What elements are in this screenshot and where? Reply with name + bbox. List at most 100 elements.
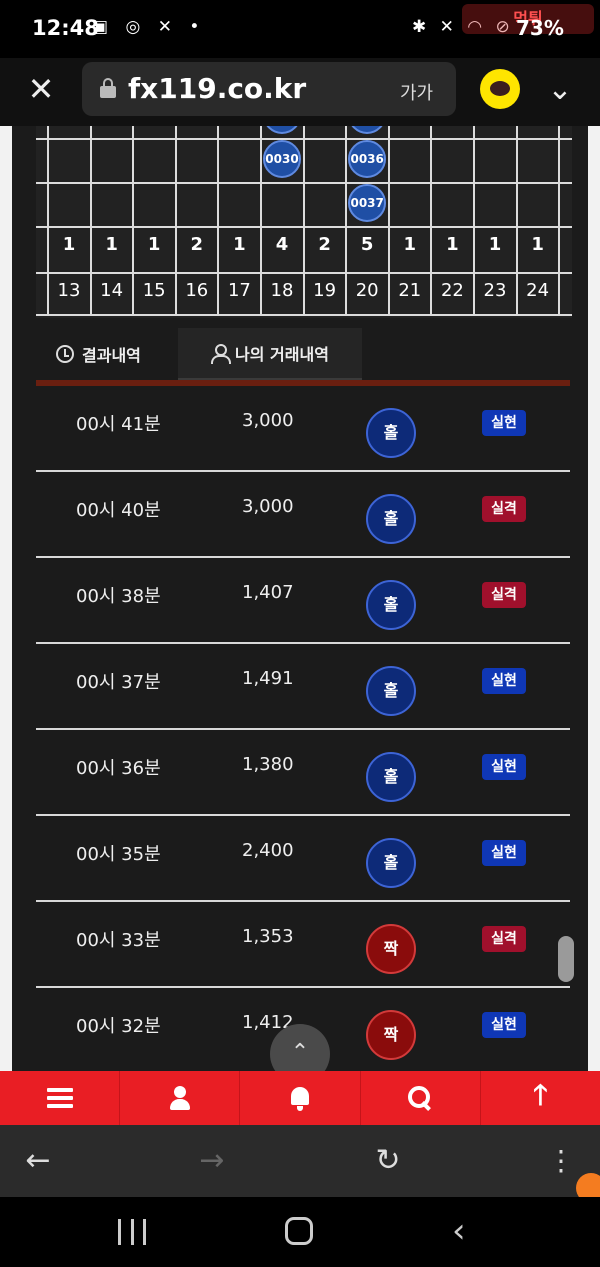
trade-result-badge: 실현 bbox=[482, 410, 526, 436]
trade-amount: 1,353 bbox=[242, 926, 294, 947]
grid-result-chip: 0037 bbox=[348, 184, 387, 222]
notifications-button[interactable] bbox=[240, 1071, 361, 1125]
trade-time: 00시 33분 bbox=[76, 930, 161, 951]
trade-result-badge: 실격 bbox=[482, 496, 526, 522]
grid-result-chip bbox=[263, 126, 301, 134]
trade-time: 00시 38분 bbox=[76, 586, 161, 607]
tab-results-label: 결과내역 bbox=[82, 346, 141, 365]
grid-hour-label: 16 bbox=[185, 280, 209, 301]
grid-count: 1 bbox=[446, 234, 459, 255]
trade-pick-badge: 홀 bbox=[366, 838, 416, 888]
trade-time: 00시 41분 bbox=[76, 414, 161, 435]
trade-result-badge: 실현 bbox=[482, 668, 526, 694]
grid-hour-label: 13 bbox=[57, 280, 81, 301]
trade-row: 00시 36분 1,380 홀 실현 bbox=[36, 730, 570, 816]
trade-result-badge: 실현 bbox=[482, 754, 526, 780]
trade-pick-badge: 홀 bbox=[366, 580, 416, 630]
forward-arrow-icon[interactable]: → bbox=[190, 1141, 234, 1181]
grid-row-line bbox=[36, 182, 572, 184]
grid-hour-label: 15 bbox=[142, 280, 166, 301]
chevron-down-icon[interactable]: ⌄ bbox=[540, 70, 580, 110]
grid-row-line bbox=[36, 226, 572, 228]
grid-hour-label: 23 bbox=[483, 280, 507, 301]
trade-time: 00시 37분 bbox=[76, 672, 161, 693]
trade-row: 00시 35분 2,400 홀 실현 bbox=[36, 816, 570, 902]
grid-count: 1 bbox=[105, 234, 118, 255]
bell-icon bbox=[288, 1085, 312, 1111]
grid-row-line bbox=[36, 314, 572, 316]
trade-amount: 1,407 bbox=[242, 582, 294, 603]
grid-hour-label: 19 bbox=[313, 280, 337, 301]
history-tabs: 결과내역 나의 거래내역 bbox=[36, 328, 564, 380]
trade-history-list: 00시 41분 3,000 홀 실현 00시 40분 3,000 홀 실격 00시 38분 1,4… bbox=[36, 386, 570, 1071]
grid-count: 4 bbox=[275, 234, 289, 255]
grid-count: 1 bbox=[488, 234, 502, 255]
scrollbar-thumb[interactable] bbox=[558, 936, 574, 982]
status-time: 12:48 bbox=[32, 16, 99, 40]
trade-row: 00시 37분 1,491 홀 실현 bbox=[36, 644, 570, 730]
back-arrow-icon[interactable]: ← bbox=[16, 1141, 60, 1181]
browser-toolbar: ← → ↻ ⋮ bbox=[0, 1125, 600, 1203]
trade-time: 00시 32분 bbox=[76, 1016, 161, 1037]
trade-result-badge: 실격 bbox=[482, 926, 526, 952]
tab-results[interactable]: 결과내역 bbox=[36, 328, 178, 380]
result-grid: 0030 0036 0037 1 1 1 2 1 4 2 5 1 1 1 1 13 14 15 16 17 18 19 20… bbox=[36, 126, 572, 318]
trade-time: 00시 35분 bbox=[76, 844, 161, 865]
browser-url-bar: ✕ fx119.co.kr 가가 ⌄ bbox=[0, 58, 600, 126]
more-options-icon[interactable]: ⋮ bbox=[546, 1141, 576, 1181]
web-page: 0030 0036 0037 1 1 1 2 1 4 2 5 1 1 1 1 13 14 15 16 17 18 19 20… bbox=[0, 126, 600, 1071]
trade-result-badge: 실현 bbox=[482, 840, 526, 866]
tab-my-trades[interactable]: 나의 거래내역 bbox=[178, 328, 362, 380]
trade-pick-badge: 홀 bbox=[366, 752, 416, 802]
grid-hour-label: 22 bbox=[440, 280, 464, 301]
menu-button[interactable] bbox=[0, 1071, 121, 1125]
trade-time: 00시 40분 bbox=[76, 500, 161, 521]
trade-row: 00시 40분 3,000 홀 실격 bbox=[36, 472, 570, 558]
trade-amount: 2,400 bbox=[242, 840, 294, 861]
kakao-chat-icon[interactable] bbox=[480, 69, 520, 109]
grid-count: 1 bbox=[62, 234, 76, 255]
address-field[interactable]: fx119.co.kr 가가 bbox=[82, 62, 456, 116]
trade-row: 00시 33분 1,353 짝 실격 bbox=[36, 902, 570, 988]
grid-column-line bbox=[558, 126, 561, 314]
site-bottom-nav: 🡑 bbox=[0, 1071, 600, 1125]
trade-time: 00시 36분 bbox=[76, 758, 161, 779]
trade-amount: 1,380 bbox=[242, 754, 294, 775]
grid-count: 1 bbox=[531, 234, 544, 255]
tab-my-trades-label: 나의 거래내역 bbox=[235, 345, 329, 364]
trade-row: 00시 38분 1,407 홀 실격 bbox=[36, 558, 570, 644]
grid-count: 1 bbox=[233, 234, 246, 255]
grid-hour-label: 18 bbox=[270, 280, 294, 301]
status-bar: 12:48 ▣ ◎ ✕ • ✱ ✕ ◠ ⊘ 먹튀 73% bbox=[0, 0, 600, 58]
go-top-button[interactable]: 🡑 bbox=[481, 1071, 600, 1125]
trade-pick-badge: 홀 bbox=[366, 494, 416, 544]
notification-icons: ▣ ◎ ✕ • bbox=[92, 17, 206, 37]
reload-icon[interactable]: ↻ bbox=[366, 1141, 410, 1181]
grid-result-chip: 0030 bbox=[263, 140, 301, 178]
home-icon[interactable] bbox=[285, 1217, 313, 1245]
url-text: fx119.co.kr bbox=[128, 72, 307, 105]
grid-count: 1 bbox=[403, 234, 417, 255]
battery-level: 73% bbox=[516, 16, 564, 40]
grid-count: 2 bbox=[190, 234, 204, 255]
trade-pick-badge: 홀 bbox=[366, 408, 416, 458]
arrow-up-icon: 🡑 bbox=[533, 1078, 548, 1111]
trade-result-badge: 실격 bbox=[482, 582, 526, 608]
grid-row-line bbox=[36, 138, 572, 140]
system-back-icon[interactable]: ‹ bbox=[452, 1211, 466, 1251]
trade-result-badge: 실현 bbox=[482, 1012, 526, 1038]
grid-hour-label: 17 bbox=[227, 280, 251, 301]
recent-apps-icon[interactable] bbox=[118, 1219, 146, 1245]
grid-count: 2 bbox=[318, 234, 331, 255]
search-button[interactable] bbox=[361, 1071, 481, 1125]
grid-count: 1 bbox=[147, 234, 161, 255]
menu-icon bbox=[46, 1088, 73, 1108]
grid-result-chip bbox=[348, 126, 387, 134]
text-size-button[interactable]: 가가 bbox=[400, 79, 433, 105]
grid-hour-label: 14 bbox=[100, 280, 124, 301]
close-icon[interactable]: ✕ bbox=[24, 72, 58, 106]
account-button[interactable] bbox=[120, 1071, 241, 1125]
trade-amount: 3,000 bbox=[242, 496, 294, 517]
trade-row: 00시 41분 3,000 홀 실현 bbox=[36, 386, 570, 472]
grid-count: 5 bbox=[360, 234, 374, 255]
